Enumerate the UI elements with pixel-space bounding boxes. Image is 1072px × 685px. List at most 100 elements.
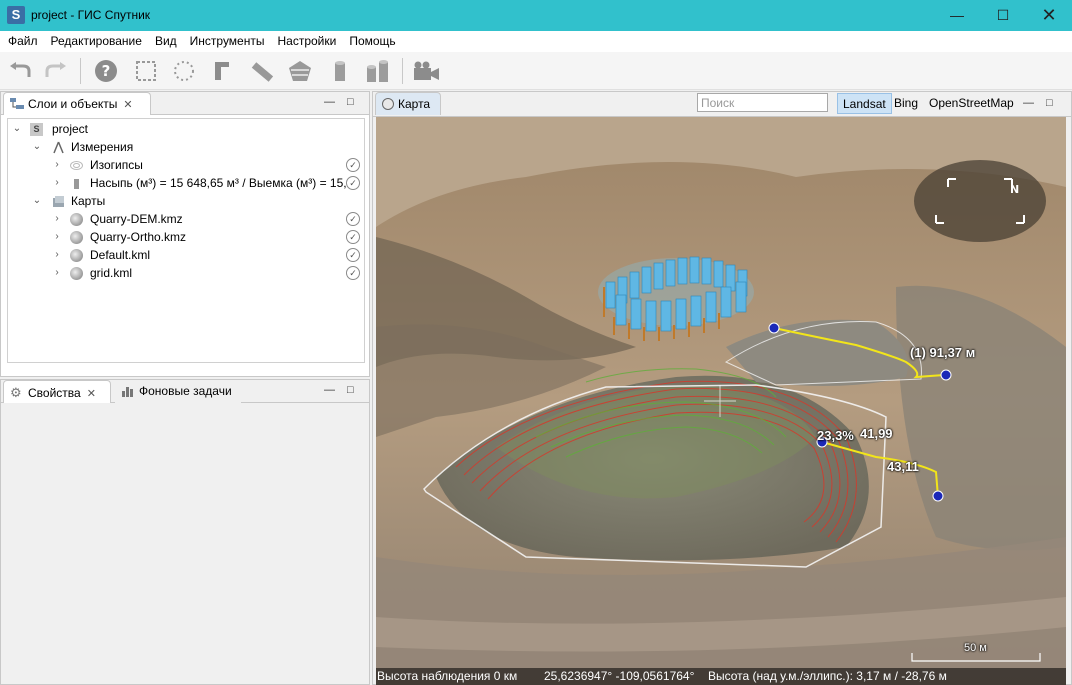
tab-properties-label: Свойства bbox=[28, 386, 81, 400]
svg-text:?: ? bbox=[102, 62, 111, 80]
menu-tools[interactable]: Инструменты bbox=[183, 31, 271, 48]
coords-readout: 25,6236947° -109,0561764° bbox=[544, 669, 695, 683]
menu-help[interactable]: Помощь bbox=[342, 31, 401, 48]
height-readout: Высота (над у.м./эллипс.): 3,17 м / -28,… bbox=[708, 669, 947, 683]
layers-panel: Слои и объекты ✕ — □ ⌄ S project ⌄ Измере… bbox=[0, 91, 370, 377]
collapse-arrow-icon[interactable]: ⌄ bbox=[32, 192, 42, 210]
slope-label: 23,3% bbox=[817, 428, 854, 443]
search-input[interactable]: Поиск bbox=[697, 93, 828, 112]
gear-icon: ⚙ bbox=[10, 385, 22, 400]
terrain-scene: N bbox=[376, 117, 1066, 685]
properties-tabbar: ⚙ Свойства ✕ Фоновые задачи — □ bbox=[1, 380, 369, 403]
menu-settings[interactable]: Настройки bbox=[270, 31, 342, 48]
ruler-icon[interactable] bbox=[248, 58, 276, 84]
length-label: 41,99 bbox=[860, 426, 893, 441]
tree-node-map[interactable]: › Quarry-Ortho.kmz ✓ bbox=[8, 228, 364, 246]
altitude-readout: Высота наблюдения 0 км bbox=[377, 669, 518, 683]
globe-icon bbox=[70, 267, 83, 280]
tab-map[interactable]: Карта bbox=[375, 92, 441, 115]
menu-view[interactable]: Вид bbox=[148, 31, 183, 48]
svg-text:N: N bbox=[1010, 183, 1019, 196]
tree-label: Quarry-DEM.kmz bbox=[90, 212, 183, 226]
visibility-check-icon[interactable]: ✓ bbox=[346, 230, 360, 244]
volume-icon[interactable] bbox=[364, 58, 392, 84]
lasso-select-icon[interactable] bbox=[170, 58, 198, 84]
tree-node-map[interactable]: › Quarry-DEM.kmz ✓ bbox=[8, 210, 364, 228]
maximize-button[interactable]: ☐ bbox=[980, 0, 1026, 31]
tab-properties[interactable]: ⚙ Свойства ✕ bbox=[3, 380, 111, 403]
close-button[interactable]: ✕ bbox=[1026, 0, 1072, 31]
toolbar-separator bbox=[402, 58, 403, 84]
tree-node-measurements[interactable]: ⌄ Измерения bbox=[8, 138, 364, 156]
collapse-arrow-icon[interactable]: ⌄ bbox=[32, 138, 42, 156]
visibility-check-icon[interactable]: ✓ bbox=[346, 248, 360, 262]
minimize-panel-icon[interactable]: — bbox=[324, 96, 335, 108]
minimize-panel-icon[interactable]: — bbox=[324, 384, 335, 396]
cylinder-icon[interactable] bbox=[326, 58, 354, 84]
layers-tabbar: Слои и объекты ✕ — □ bbox=[1, 92, 369, 115]
video-camera-icon[interactable] bbox=[411, 58, 439, 84]
redo-icon[interactable] bbox=[42, 58, 70, 84]
map-status-bar: Высота наблюдения 0 км 25,6236947° -109,… bbox=[376, 668, 1066, 685]
layers-tree: ⌄ S project ⌄ Измерения › Изогипсы ✓ › Н… bbox=[7, 118, 365, 363]
minimize-panel-icon[interactable]: — bbox=[1023, 97, 1034, 109]
tree-label: Насыпь (м³) = 15 648,65 м³ / Выемка (м³)… bbox=[90, 176, 346, 190]
menu-file[interactable]: Файл bbox=[0, 31, 44, 48]
tree-node-volume[interactable]: › Насыпь (м³) = 15 648,65 м³ / Выемка (м… bbox=[8, 174, 364, 192]
source-openstreetmap[interactable]: OpenStreetMap bbox=[924, 93, 1019, 114]
visibility-check-icon[interactable]: ✓ bbox=[346, 212, 360, 226]
source-landsat[interactable]: Landsat bbox=[837, 93, 892, 114]
collapse-arrow-icon[interactable]: ⌄ bbox=[12, 120, 22, 138]
visibility-check-icon[interactable]: ✓ bbox=[346, 266, 360, 280]
expand-arrow-icon[interactable]: › bbox=[52, 264, 62, 282]
tab-layers[interactable]: Слои и объекты ✕ bbox=[3, 92, 151, 115]
undo-icon[interactable] bbox=[6, 58, 34, 84]
length-label: 43,11 bbox=[887, 459, 919, 474]
expand-arrow-icon[interactable]: › bbox=[52, 228, 62, 246]
toolbar: ? bbox=[0, 52, 1072, 90]
maximize-panel-icon[interactable]: □ bbox=[347, 384, 354, 396]
app-icon[interactable]: S bbox=[7, 6, 25, 24]
tree-label: Quarry-Ortho.kmz bbox=[90, 230, 187, 244]
close-tab-icon[interactable]: ✕ bbox=[87, 388, 96, 400]
map-tabbar: Карта Поиск Landsat Bing OpenStreetMap —… bbox=[373, 92, 1071, 117]
expand-arrow-icon[interactable]: › bbox=[52, 210, 62, 228]
maximize-panel-icon[interactable]: □ bbox=[347, 96, 354, 108]
tab-background-tasks[interactable]: Фоновые задачи bbox=[115, 380, 241, 403]
tree-label: Изогипсы bbox=[90, 158, 143, 172]
tree-label: Карты bbox=[71, 194, 106, 208]
menu-edit[interactable]: Редактирование bbox=[44, 31, 148, 48]
maps-icon bbox=[53, 196, 64, 207]
menu-bar: Файл Редактирование Вид Инструменты Настройк… bbox=[0, 31, 1072, 52]
expand-arrow-icon[interactable]: › bbox=[52, 156, 62, 174]
scale-label: 50 м bbox=[964, 642, 987, 654]
compass-icon[interactable]: N bbox=[914, 160, 1046, 242]
minimize-button[interactable]: — bbox=[934, 0, 980, 31]
tree-node-project[interactable]: ⌄ S project bbox=[8, 120, 364, 138]
tree-node-map[interactable]: › grid.kml ✓ bbox=[8, 264, 364, 282]
source-bing[interactable]: Bing bbox=[889, 93, 923, 114]
tree-label: project bbox=[52, 122, 89, 136]
tab-tasks-label: Фоновые задачи bbox=[139, 384, 232, 398]
distance-label: (1) 91,37 м bbox=[910, 345, 976, 360]
tree-node-map[interactable]: › Default.kml ✓ bbox=[8, 246, 364, 264]
layers-tree-icon bbox=[10, 98, 24, 109]
expand-arrow-icon[interactable]: › bbox=[52, 246, 62, 264]
tree-node-isolines[interactable]: › Изогипсы ✓ bbox=[8, 156, 364, 174]
map-view[interactable]: N (1) 91,37 м 23,3% 41,99 43,11 50 м Выс… bbox=[376, 117, 1066, 685]
visibility-check-icon[interactable]: ✓ bbox=[346, 176, 360, 190]
help-icon[interactable]: ? bbox=[92, 58, 120, 84]
volume-icon bbox=[74, 179, 79, 189]
close-tab-icon[interactable]: ✕ bbox=[123, 99, 132, 111]
profile-icon[interactable] bbox=[208, 58, 236, 84]
globe-icon bbox=[70, 231, 83, 244]
globe-icon bbox=[382, 98, 394, 110]
visibility-check-icon[interactable]: ✓ bbox=[346, 158, 360, 172]
title-bar: S project - ГИС Спутник — ☐ ✕ bbox=[0, 0, 1072, 31]
properties-panel: ⚙ Свойства ✕ Фоновые задачи — □ bbox=[0, 379, 370, 685]
rect-select-icon[interactable] bbox=[132, 58, 160, 84]
tree-node-maps[interactable]: ⌄ Карты bbox=[8, 192, 364, 210]
expand-arrow-icon[interactable]: › bbox=[52, 174, 62, 192]
polygon-icon[interactable] bbox=[286, 58, 314, 84]
maximize-panel-icon[interactable]: □ bbox=[1046, 97, 1053, 109]
